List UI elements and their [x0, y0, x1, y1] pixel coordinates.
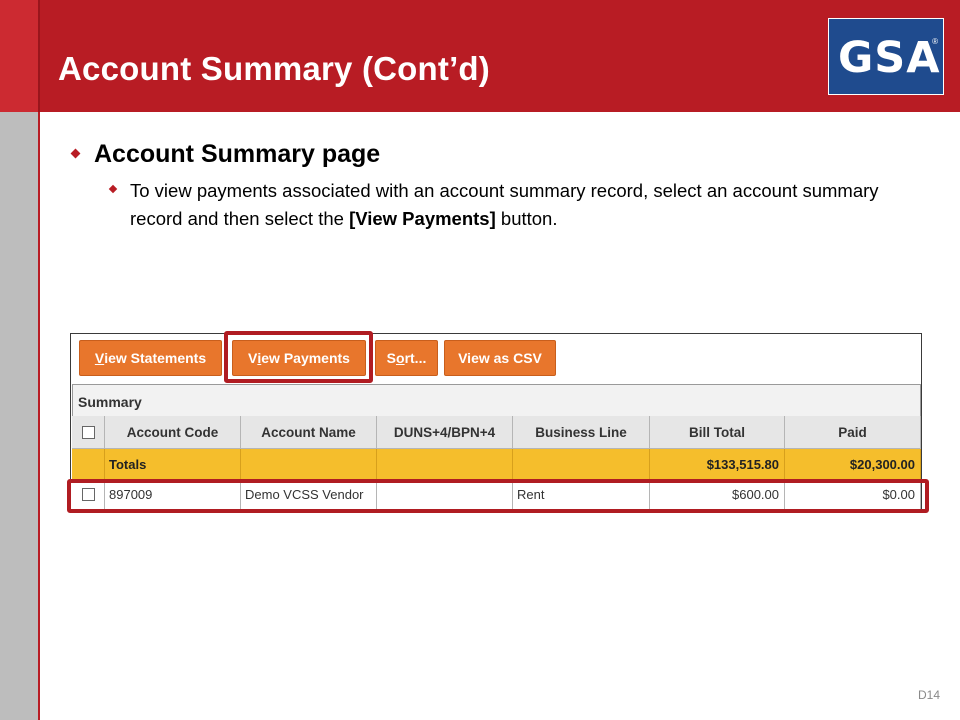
sort-button[interactable]: So rt...	[375, 340, 438, 376]
view-as-csv-label: View as CSV	[458, 350, 542, 366]
gsa-logo: GSA ®	[828, 18, 944, 95]
gsa-logo-text: GSA	[838, 33, 941, 83]
sort-pre: S	[386, 350, 396, 366]
side-divider	[38, 112, 40, 720]
slide-title: Account Summary (Cont’d)	[58, 50, 490, 87]
column-header-duns[interactable]: DUNS+4/BPN+4	[377, 416, 513, 449]
view-as-csv-button[interactable]: View as CSV	[444, 340, 556, 376]
column-header-account-code[interactable]: Account Code	[105, 416, 241, 449]
bullet-diamond-icon	[70, 148, 81, 159]
column-header-bill-total[interactable]: Bill Total	[650, 416, 785, 449]
view-statements-label: iew Statements	[104, 350, 207, 366]
bullet-instruction: To view payments associated with an acco…	[130, 177, 930, 233]
view-payments-highlight	[224, 331, 373, 383]
totals-empty-cell	[241, 449, 377, 480]
record-row-highlight	[67, 479, 929, 513]
slide-number: D14	[918, 688, 941, 702]
totals-paid: $20,300.00	[785, 449, 921, 480]
instruction-text-post: button.	[495, 208, 558, 229]
select-all-cell	[72, 416, 105, 449]
totals-empty-cell	[513, 449, 650, 480]
header-divider	[38, 0, 40, 112]
instruction-button-ref: [View Payments]	[349, 208, 496, 229]
select-all-checkbox[interactable]	[81, 425, 95, 439]
view-statements-accel: V	[94, 350, 105, 366]
totals-empty-cell	[72, 449, 105, 480]
totals-label: Totals	[105, 449, 241, 480]
grid-header-row: Account Code Account Name DUNS+4/BPN+4 B…	[72, 416, 921, 449]
side-bar	[0, 112, 38, 720]
view-statements-button[interactable]: View Statements	[79, 340, 222, 376]
sort-label: rt...	[404, 350, 427, 366]
totals-empty-cell	[377, 449, 513, 480]
sub-bullet-diamond-icon	[108, 184, 118, 194]
column-header-account-name[interactable]: Account Name	[241, 416, 377, 449]
header-left-strip	[0, 0, 38, 112]
totals-row: Totals $133,515.80 $20,300.00	[72, 449, 921, 480]
bullet-heading: Account Summary page	[94, 140, 381, 168]
column-header-business-line[interactable]: Business Line	[513, 416, 650, 449]
grid-title: Summary	[78, 394, 142, 410]
column-header-paid[interactable]: Paid	[785, 416, 921, 449]
sort-accel: o	[396, 350, 405, 366]
registered-mark: ®	[932, 37, 938, 46]
totals-bill-total: $133,515.80	[650, 449, 785, 480]
